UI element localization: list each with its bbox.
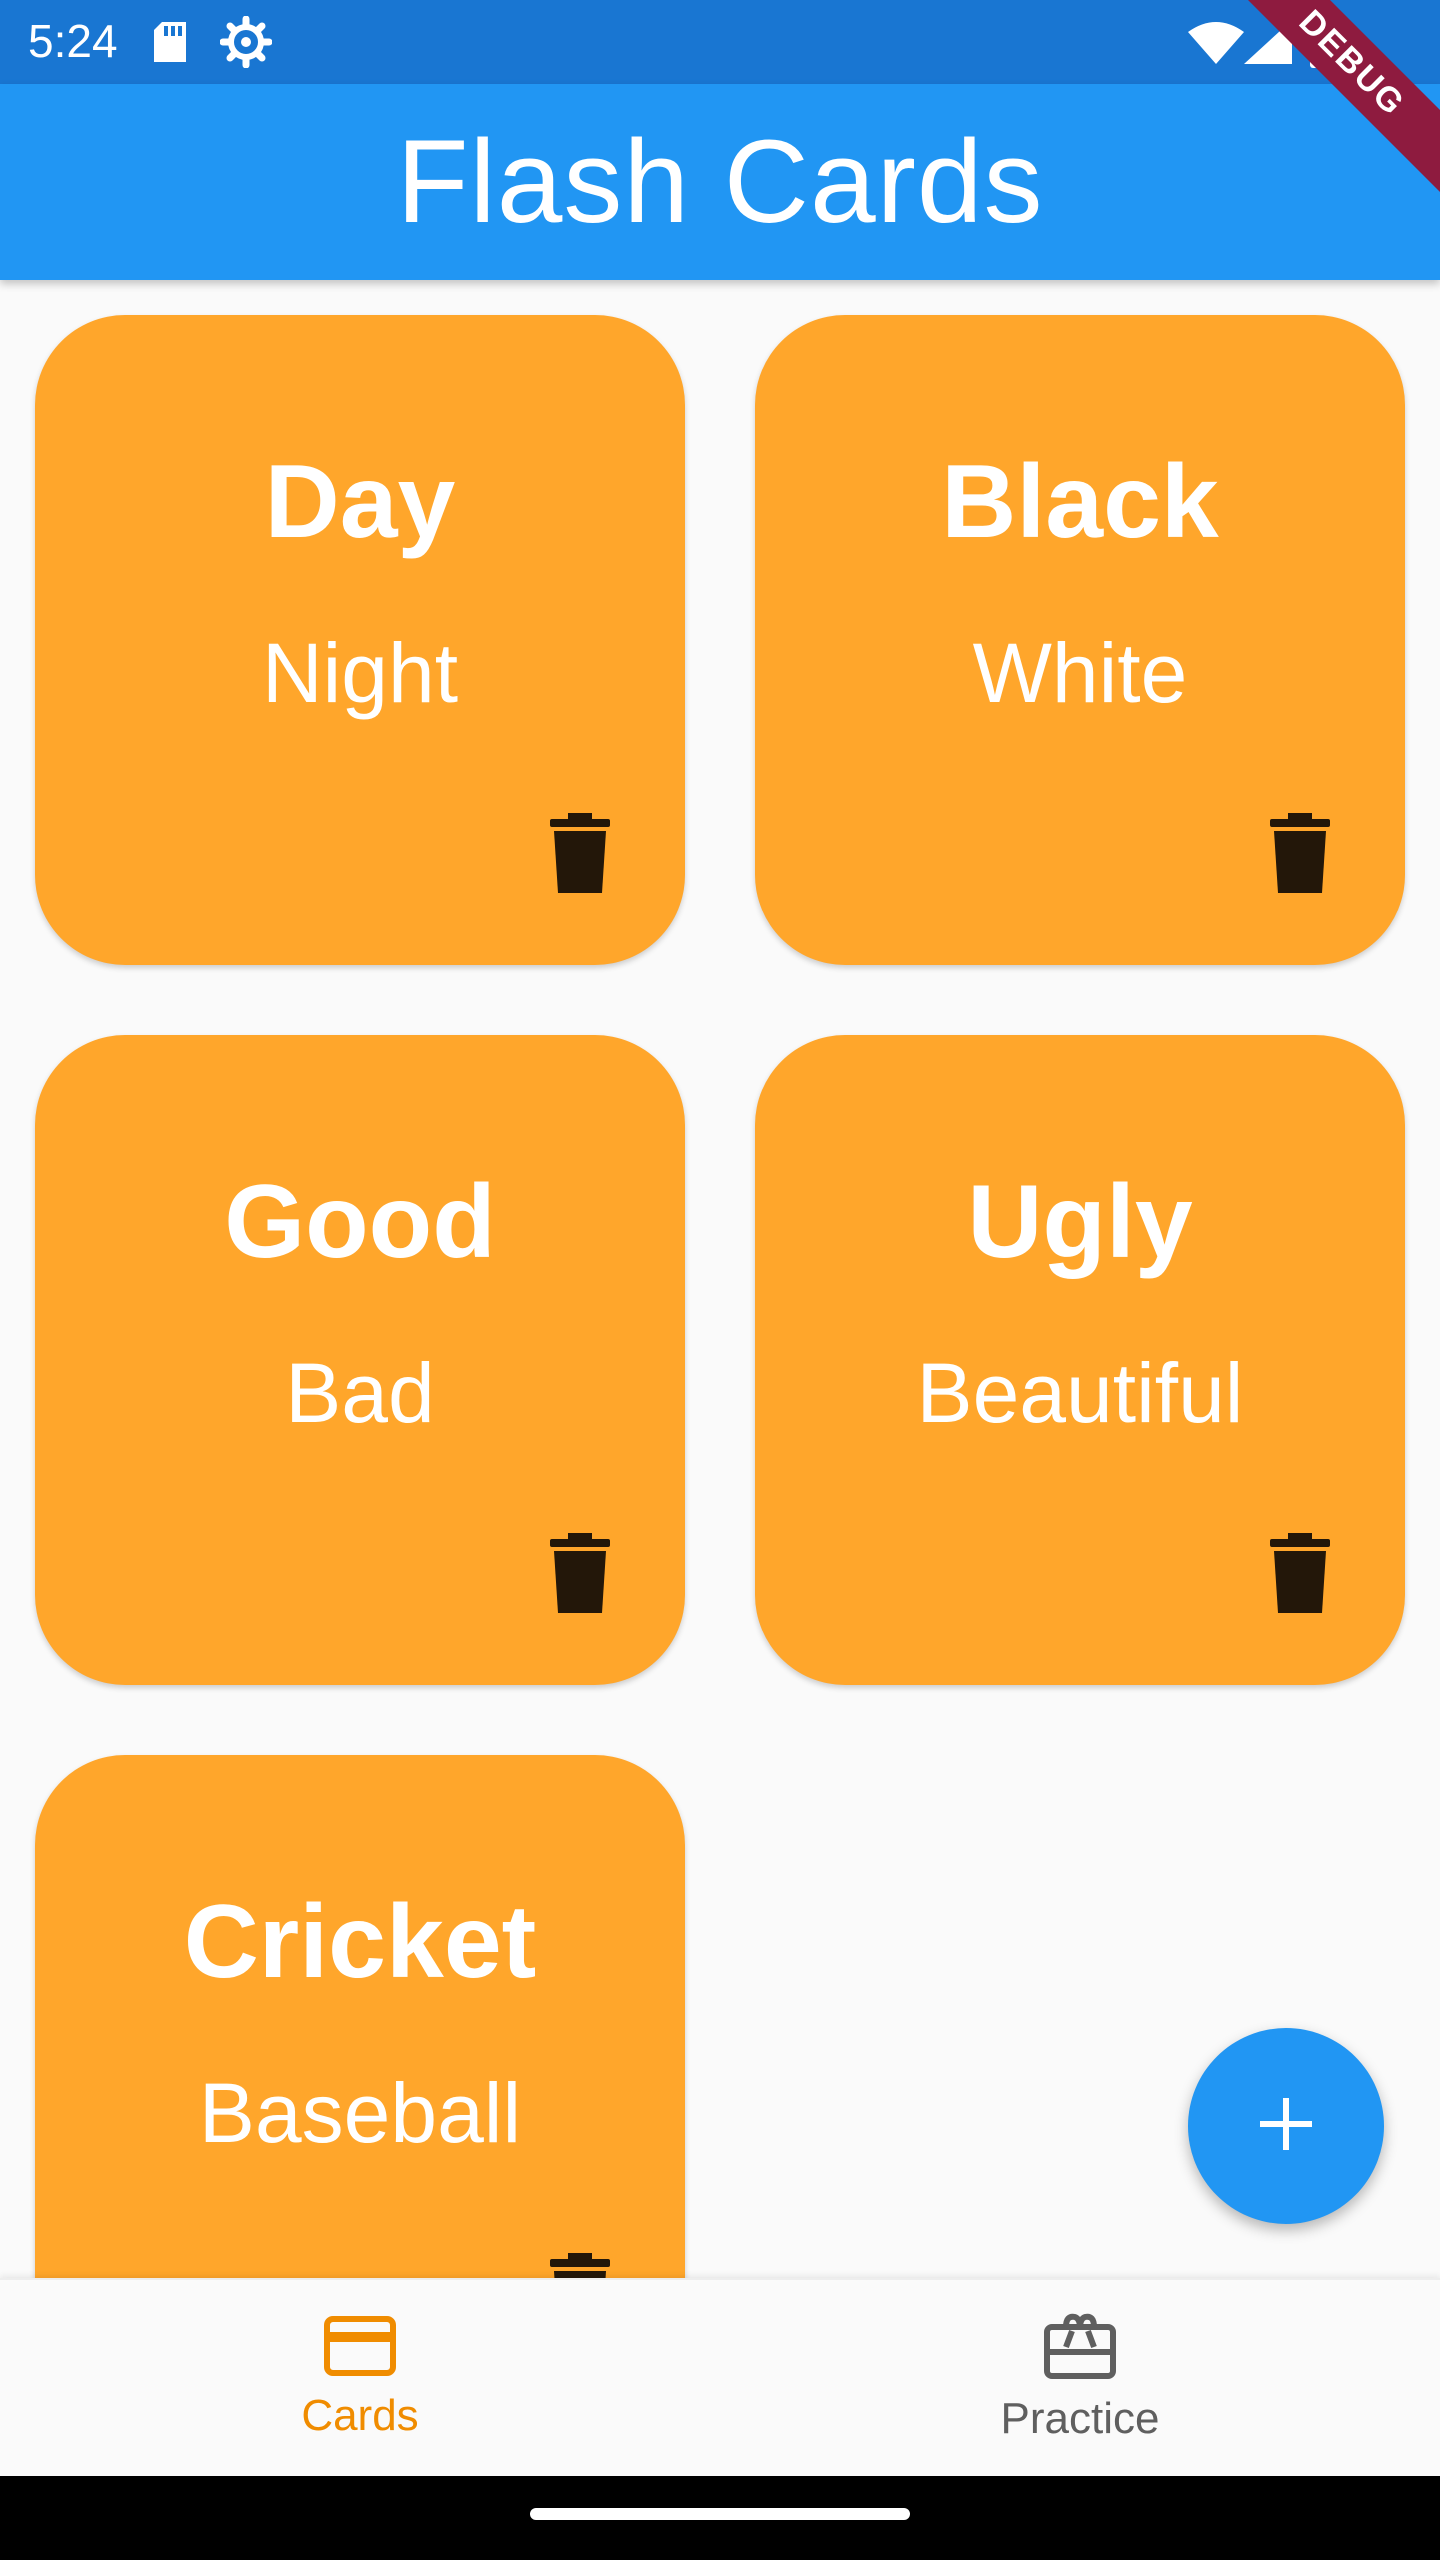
- add-icon: [1256, 2094, 1316, 2159]
- trash-icon: [550, 1532, 610, 1618]
- sd-card-icon: [150, 20, 190, 69]
- flash-card[interactable]: Good Bad: [35, 1035, 685, 1685]
- card-back-text: Night: [261, 626, 459, 720]
- card-back-text: Bad: [285, 1346, 435, 1440]
- card-front-text: Black: [941, 444, 1219, 560]
- system-gesture-bar: [0, 2476, 1440, 2560]
- card-giftcard-icon: [1044, 2313, 1116, 2384]
- delete-button[interactable]: [535, 1525, 625, 1625]
- delete-button[interactable]: [535, 805, 625, 905]
- credit-card-icon: [324, 2315, 396, 2381]
- delete-button[interactable]: [1255, 1525, 1345, 1625]
- page-title: Flash Cards: [396, 116, 1044, 248]
- bottom-navigation: Cards Practice: [0, 2278, 1440, 2476]
- flash-card[interactable]: Black White: [755, 315, 1405, 965]
- trash-icon: [550, 2252, 610, 2278]
- delete-button[interactable]: [1255, 805, 1345, 905]
- wifi-icon: [1188, 20, 1244, 69]
- card-front-text: Cricket: [183, 1884, 537, 2000]
- nav-item-practice[interactable]: Practice: [720, 2280, 1440, 2476]
- card-back-text: White: [972, 626, 1188, 720]
- card-grid: Day Night Black White Good Bad Ugly Beau…: [0, 280, 1440, 2278]
- status-bar: 5:24: [0, 0, 1440, 84]
- trash-icon: [1270, 812, 1330, 898]
- app-bar: Flash Cards: [0, 84, 1440, 280]
- card-front-text: Good: [224, 1164, 496, 1280]
- card-back-text: Baseball: [198, 2066, 522, 2160]
- status-time: 5:24: [28, 15, 118, 67]
- nav-item-cards[interactable]: Cards: [0, 2280, 720, 2476]
- card-front-text: Ugly: [967, 1164, 1193, 1280]
- nav-label: Practice: [1000, 2393, 1160, 2443]
- card-back-text: Beautiful: [916, 1346, 1244, 1440]
- nav-label: Cards: [301, 2390, 419, 2440]
- trash-icon: [550, 812, 610, 898]
- delete-button[interactable]: [535, 2245, 625, 2278]
- flash-card[interactable]: Cricket Baseball: [35, 1755, 685, 2278]
- trash-icon: [1270, 1532, 1330, 1618]
- home-gesture-handle[interactable]: [530, 2508, 910, 2520]
- add-card-button[interactable]: [1188, 2028, 1384, 2224]
- flash-card[interactable]: Day Night: [35, 315, 685, 965]
- settings-gear-icon: [219, 15, 273, 73]
- card-front-text: Day: [264, 444, 456, 560]
- flash-card[interactable]: Ugly Beautiful: [755, 1035, 1405, 1685]
